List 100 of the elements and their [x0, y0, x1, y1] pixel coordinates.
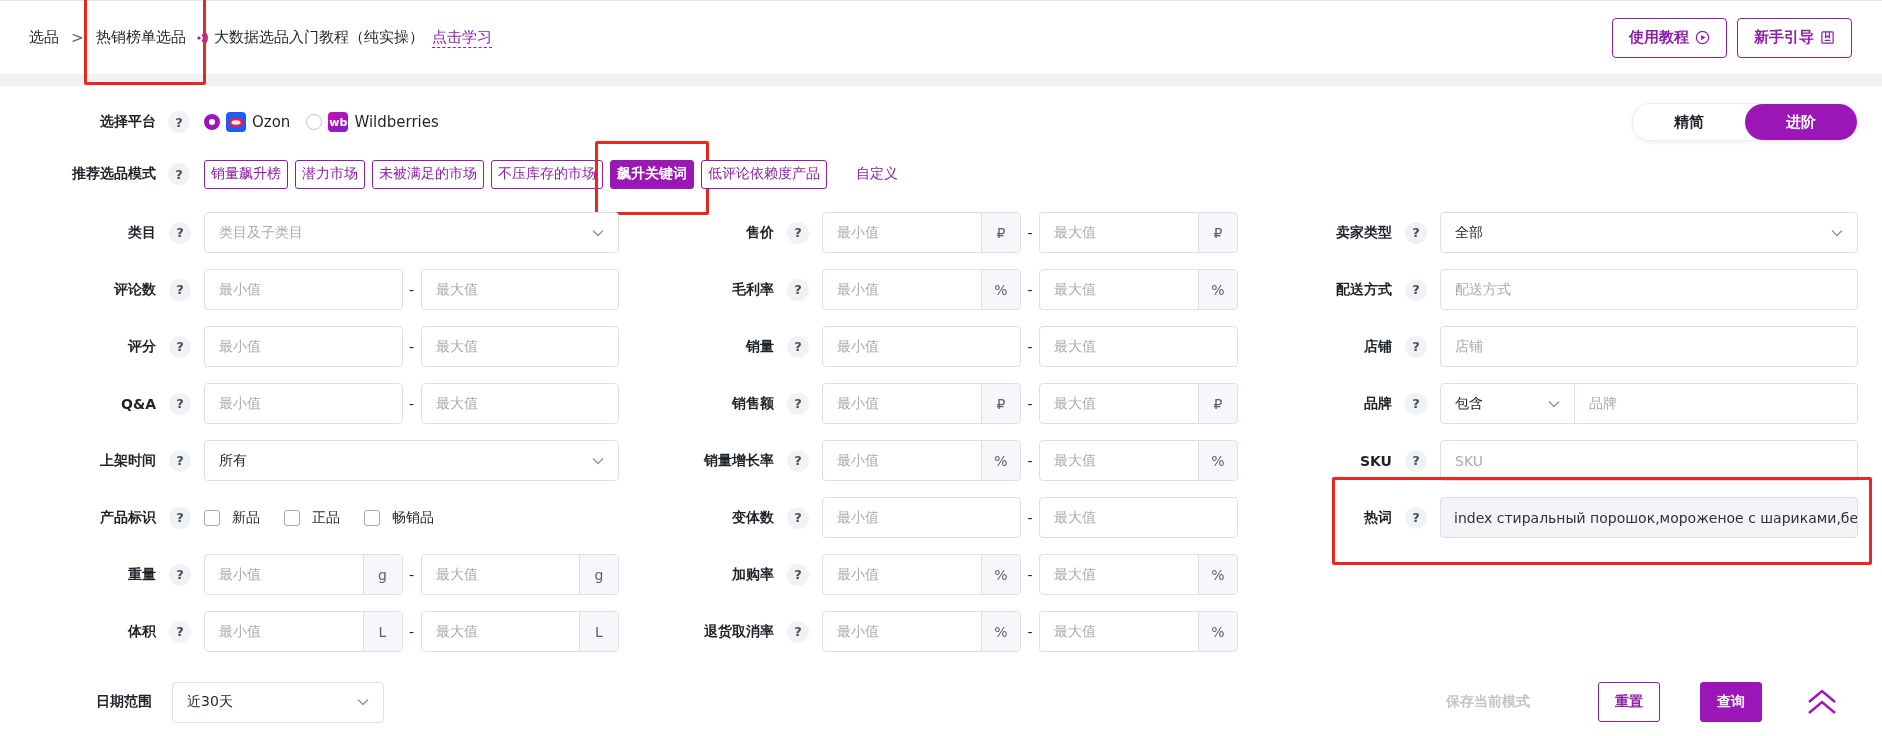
max-input[interactable]: 最大值 L — [420, 611, 619, 652]
unit-label: ₽ — [1198, 213, 1237, 252]
help-icon[interactable]: ? — [169, 506, 191, 529]
mode-tag[interactable]: 不压库存的市场 — [491, 159, 603, 189]
radio-button[interactable] — [204, 114, 220, 130]
unit-label: L — [362, 612, 402, 651]
checkbox[interactable] — [284, 509, 300, 526]
help-icon[interactable]: ? — [1405, 335, 1427, 358]
min-input[interactable]: 最小值 g — [204, 554, 403, 595]
help-icon[interactable]: ? — [169, 221, 191, 244]
radio-button[interactable] — [306, 114, 323, 130]
unit-label: % — [981, 612, 1020, 651]
select-field[interactable]: 包含 — [1441, 384, 1575, 423]
help-icon[interactable]: ? — [787, 620, 809, 643]
learn-link[interactable]: 点击学习 — [431, 27, 492, 48]
checkbox[interactable] — [364, 509, 380, 526]
help-icon[interactable]: ? — [168, 163, 190, 185]
help-icon[interactable]: ? — [1405, 506, 1427, 529]
help-icon[interactable]: ? — [1405, 449, 1427, 472]
range-separator: - — [1026, 224, 1034, 241]
checkbox-label[interactable]: 新品 — [232, 508, 260, 527]
help-icon[interactable]: ? — [787, 221, 809, 244]
field-label: 体积 — [127, 622, 156, 641]
max-input[interactable]: 最大值 % — [1039, 611, 1238, 652]
min-input[interactable]: 最小值 % — [822, 554, 1021, 595]
unit-label: % — [1198, 441, 1237, 480]
mode-tag[interactable]: 未被满足的市场 — [372, 159, 484, 189]
range-separator: - — [1026, 338, 1034, 355]
action-button[interactable]: 查询 — [1700, 682, 1762, 722]
field-label: 毛利率 — [731, 280, 774, 299]
field-label: 评分 — [126, 337, 156, 356]
chevron-down-icon — [357, 698, 369, 706]
help-icon[interactable]: ? — [787, 449, 809, 472]
min-input[interactable]: 最小值 % — [822, 611, 1021, 652]
max-input[interactable]: 最大值 g — [420, 554, 619, 595]
toggle-option[interactable]: 进阶 — [1745, 104, 1857, 140]
help-icon[interactable]: ? — [169, 278, 191, 301]
help-icon[interactable]: ? — [1405, 221, 1427, 244]
checkbox[interactable] — [204, 509, 220, 526]
max-input[interactable]: 最大值 % — [1039, 554, 1238, 595]
help-icon[interactable]: ? — [787, 563, 809, 586]
help-icon[interactable]: ? — [1405, 278, 1427, 301]
date-range-select[interactable]: 近30天 — [172, 681, 384, 723]
toggle-option[interactable]: 精简 — [1633, 104, 1745, 140]
help-icon[interactable]: ? — [787, 335, 809, 358]
field-label: 上架时间 — [99, 451, 156, 470]
field-label: 品牌 — [1363, 394, 1392, 413]
checkbox-label[interactable]: 正品 — [312, 508, 340, 527]
min-input[interactable]: 最小值 L — [204, 611, 403, 652]
min-input[interactable]: 最小值 ₽ — [822, 212, 1021, 253]
platform-name[interactable]: Ozon — [252, 113, 291, 131]
select-field[interactable]: 所有 — [204, 440, 619, 481]
min-input[interactable]: 最小值 % — [822, 269, 1021, 310]
field-label: 热词 — [1363, 508, 1392, 527]
help-icon[interactable]: ? — [169, 563, 191, 586]
select-field[interactable]: 全部 — [1440, 212, 1858, 253]
field-label: 变体数 — [731, 508, 774, 527]
action-button[interactable]: 重置 — [1598, 682, 1660, 722]
header-button[interactable]: 新手引导 — [1737, 17, 1852, 58]
custom-link[interactable]: 自定义 — [856, 165, 898, 181]
range-separator: - — [407, 281, 416, 298]
chevron-down-icon — [1548, 399, 1560, 408]
max-input[interactable]: 最大值 ₽ — [1039, 212, 1238, 253]
keywords-input[interactable]: index стиральный порошок,мороженое с шариками,бе — [1440, 497, 1858, 538]
unit-label: % — [981, 270, 1020, 309]
range-separator: - — [1026, 509, 1034, 526]
field-label: SKU — [1358, 452, 1392, 469]
field-label: Q&A — [120, 395, 156, 412]
header-button[interactable]: 使用教程 — [1612, 17, 1727, 58]
breadcrumb-item[interactable]: 选品 — [29, 28, 59, 46]
double-chevron-up-icon[interactable] — [1806, 688, 1838, 716]
max-input[interactable]: 最大值 % — [1039, 269, 1238, 310]
max-input[interactable]: 最大值 % — [1039, 440, 1238, 481]
help-icon[interactable]: ? — [787, 506, 809, 529]
unit-label: ₽ — [1198, 384, 1237, 423]
unit-label: ₽ — [981, 213, 1020, 252]
min-input[interactable]: 最小值 ₽ — [822, 383, 1021, 424]
mode-tag[interactable]: 低评论依赖度产品 — [701, 159, 827, 189]
mode-tag[interactable]: 飙升关键词 — [610, 159, 694, 189]
platform-name[interactable]: Wildberries — [354, 113, 439, 131]
help-icon[interactable]: ? — [168, 111, 190, 133]
breadcrumb-item[interactable]: 热销榜单选品 — [95, 28, 186, 46]
unit-label: % — [1198, 555, 1237, 594]
unit-label: % — [1198, 612, 1237, 651]
help-icon[interactable]: ? — [169, 620, 191, 643]
help-icon[interactable]: ? — [787, 278, 809, 301]
help-icon[interactable]: ? — [787, 392, 809, 415]
help-icon[interactable]: ? — [169, 335, 191, 358]
help-icon[interactable]: ? — [1405, 392, 1427, 415]
min-input[interactable]: 最小值 % — [822, 440, 1021, 481]
help-icon[interactable]: ? — [169, 449, 191, 472]
chevron-down-icon — [592, 456, 604, 465]
checkbox-label[interactable]: 畅销品 — [392, 508, 434, 527]
field-label: 售价 — [745, 223, 774, 242]
unit-label: L — [579, 612, 618, 651]
mode-tag[interactable]: 销量飙升榜 — [204, 159, 288, 189]
max-input[interactable]: 最大值 ₽ — [1039, 383, 1238, 424]
help-icon[interactable]: ? — [169, 392, 191, 415]
mode-tag[interactable]: 潜力市场 — [295, 159, 365, 189]
range-separator: - — [407, 623, 416, 640]
